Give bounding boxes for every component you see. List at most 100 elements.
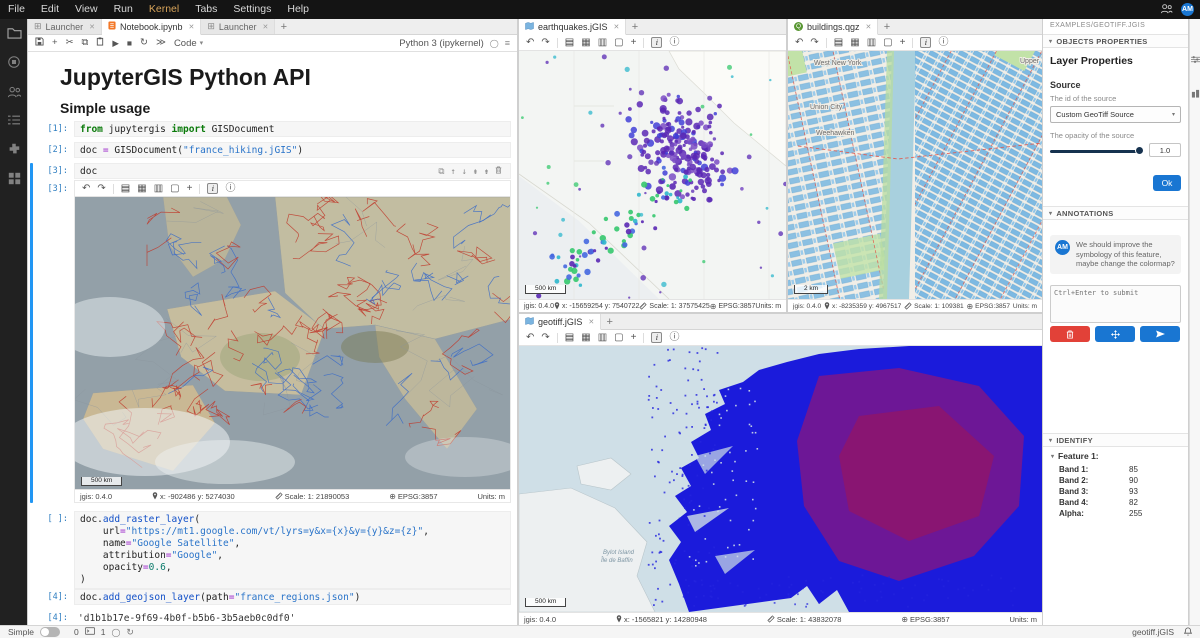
buildings-tab-icon[interactable] [1191, 89, 1200, 101]
section-annotations[interactable]: ▾ ANNOTATIONS [1043, 206, 1188, 220]
restart-run-all-icon[interactable]: ≫ [156, 38, 166, 48]
undo-icon[interactable]: ↶ [526, 333, 534, 343]
move-down-icon[interactable]: ↓ [462, 166, 467, 178]
tab-geotiff[interactable]: geotiff.jGIS ✕ [519, 314, 601, 330]
collaboration-icon[interactable] [7, 85, 22, 101]
menu-kernel[interactable]: Kernel [141, 0, 187, 19]
menu-edit[interactable]: Edit [33, 0, 67, 19]
center-annotation-button[interactable] [1095, 326, 1135, 342]
duplicate-cell-icon[interactable]: ⧉ [438, 166, 444, 178]
tab-launcher-2[interactable]: ⊞ Launcher ✕ [201, 19, 275, 34]
close-icon[interactable]: ✕ [262, 23, 268, 31]
france-map-canvas[interactable]: 500 km [75, 197, 510, 491]
running-kernels-icon[interactable] [7, 55, 21, 72]
kernels-count[interactable]: 1 [101, 627, 106, 637]
undo-icon[interactable]: ↶ [795, 38, 803, 48]
annotation-input[interactable] [1050, 285, 1181, 323]
code-cell-1[interactable]: from jupytergis import GISDocument [74, 121, 511, 137]
close-icon[interactable]: ✕ [866, 23, 872, 31]
tab-notebook[interactable]: Notebook.ipynb ✕ [102, 19, 201, 35]
close-icon[interactable]: ✕ [189, 23, 195, 31]
opacity-slider-knob[interactable] [1135, 146, 1144, 155]
property-inspector-tab-icon[interactable] [1191, 55, 1200, 67]
stop-kernel-icon[interactable]: ■ [127, 39, 132, 48]
identify-icon[interactable]: i [651, 37, 662, 48]
redo-icon[interactable]: ↷ [810, 38, 818, 48]
section-identify[interactable]: ▾ IDENTIFY [1043, 433, 1188, 447]
section-objects-properties[interactable]: ▾ OBJECTS PROPERTIES [1043, 34, 1188, 48]
layers-icon[interactable]: ▤ [834, 38, 843, 48]
tab-earthquakes[interactable]: earthquakes.jGIS ✕ [519, 19, 626, 35]
menu-settings[interactable]: Settings [225, 0, 279, 19]
split-view-icon[interactable]: ▥ [598, 333, 607, 343]
kernel-name[interactable]: Python 3 (ipykernel) [399, 38, 483, 49]
code-cell-raster[interactable]: doc.add_raster_layer( url="https://mt1.g… [74, 511, 511, 589]
split-view-icon[interactable]: ▥ [867, 38, 876, 48]
new-tab-button[interactable]: + [601, 314, 618, 329]
identify-icon[interactable]: i [207, 183, 218, 194]
file-browser-icon[interactable] [7, 26, 22, 42]
code-cell-2[interactable]: doc = GISDocument("france_hiking.jGIS") [74, 142, 511, 158]
cut-cell-icon[interactable]: ✂ [66, 38, 74, 48]
apps-grid-icon[interactable] [8, 172, 21, 188]
extent-icon[interactable]: ▢ [883, 38, 892, 48]
redo-icon[interactable]: ↷ [541, 38, 549, 48]
layers-icon[interactable]: ▤ [121, 184, 130, 194]
extent-icon[interactable]: ▢ [614, 38, 623, 48]
user-avatar[interactable]: AM [1181, 3, 1194, 16]
basemap-icon[interactable]: ▦ [137, 184, 146, 194]
paste-cell-icon[interactable] [96, 37, 104, 49]
layers-icon[interactable]: ▤ [565, 38, 574, 48]
info-icon[interactable]: ⓘ [225, 184, 235, 194]
info-icon[interactable]: ⓘ [669, 38, 679, 48]
menu-run[interactable]: Run [106, 0, 141, 19]
buildings-map-canvas[interactable]: West New York Union City Weehawken Upper… [788, 51, 1042, 299]
new-tab-button[interactable]: + [626, 19, 643, 34]
tab-launcher-1[interactable]: ⊞ Launcher ✕ [28, 19, 102, 34]
extensions-icon[interactable] [7, 142, 21, 159]
add-layer-icon[interactable]: + [631, 38, 637, 48]
close-icon[interactable]: ✕ [89, 23, 95, 31]
close-icon[interactable]: ✕ [588, 318, 594, 326]
collaborators-icon[interactable] [1160, 3, 1173, 17]
opacity-value[interactable]: 1.0 [1149, 143, 1181, 157]
extent-icon[interactable]: ▢ [614, 333, 623, 343]
add-layer-icon[interactable]: + [187, 184, 193, 194]
submit-annotation-button[interactable] [1140, 326, 1180, 342]
kernel-icon[interactable]: ◯ [111, 628, 120, 637]
delete-annotation-button[interactable] [1050, 326, 1090, 342]
basemap-icon[interactable]: ▦ [850, 38, 859, 48]
tab-buildings[interactable]: Q buildings.qgz ✕ [788, 19, 878, 35]
split-view-icon[interactable]: ▥ [598, 38, 607, 48]
insert-below-icon[interactable]: ⇟ [484, 166, 489, 178]
geotiff-map-canvas[interactable]: Bylot Island Île de Baffin 500 km [519, 346, 1042, 612]
insert-cell-icon[interactable]: + [52, 38, 58, 48]
info-icon[interactable]: ⓘ [669, 333, 679, 343]
new-tab-button[interactable]: + [275, 19, 292, 34]
restart-kernel-icon[interactable]: ↻ [140, 38, 148, 48]
menu-view[interactable]: View [67, 0, 106, 19]
basemap-icon[interactable]: ▦ [581, 38, 590, 48]
run-cell-icon[interactable]: ▶ [112, 39, 119, 48]
split-view-icon[interactable]: ▥ [154, 184, 163, 194]
close-icon[interactable]: ✕ [614, 23, 620, 31]
code-cell-4[interactable]: doc.add_geojson_layer(path="france_regio… [74, 589, 511, 605]
info-icon[interactable]: ⓘ [938, 38, 948, 48]
opacity-slider[interactable] [1050, 150, 1142, 153]
code-cell-3[interactable]: doc ⧉ ↑ ↓ ⇞ ⇟ [74, 163, 511, 179]
add-layer-icon[interactable]: + [900, 38, 906, 48]
save-icon[interactable] [35, 37, 44, 49]
extent-icon[interactable]: ▢ [170, 184, 179, 194]
redo-icon[interactable]: ↷ [541, 333, 549, 343]
identify-icon[interactable]: i [920, 37, 931, 48]
refresh-icon[interactable]: ↻ [126, 627, 134, 638]
bell-icon[interactable] [1184, 627, 1192, 638]
current-file-label[interactable]: geotiff.jGIS [1132, 627, 1174, 637]
source-select[interactable]: Custom GeoTiff Source ▾ [1050, 106, 1181, 123]
copy-cell-icon[interactable]: ⧉ [82, 38, 89, 48]
insert-above-icon[interactable]: ⇞ [473, 166, 478, 178]
identify-feature[interactable]: ▾ Feature 1: [1051, 451, 1099, 461]
menu-tabs[interactable]: Tabs [187, 0, 225, 19]
terminal-icon[interactable] [85, 627, 95, 637]
redo-icon[interactable]: ↷ [97, 184, 105, 194]
